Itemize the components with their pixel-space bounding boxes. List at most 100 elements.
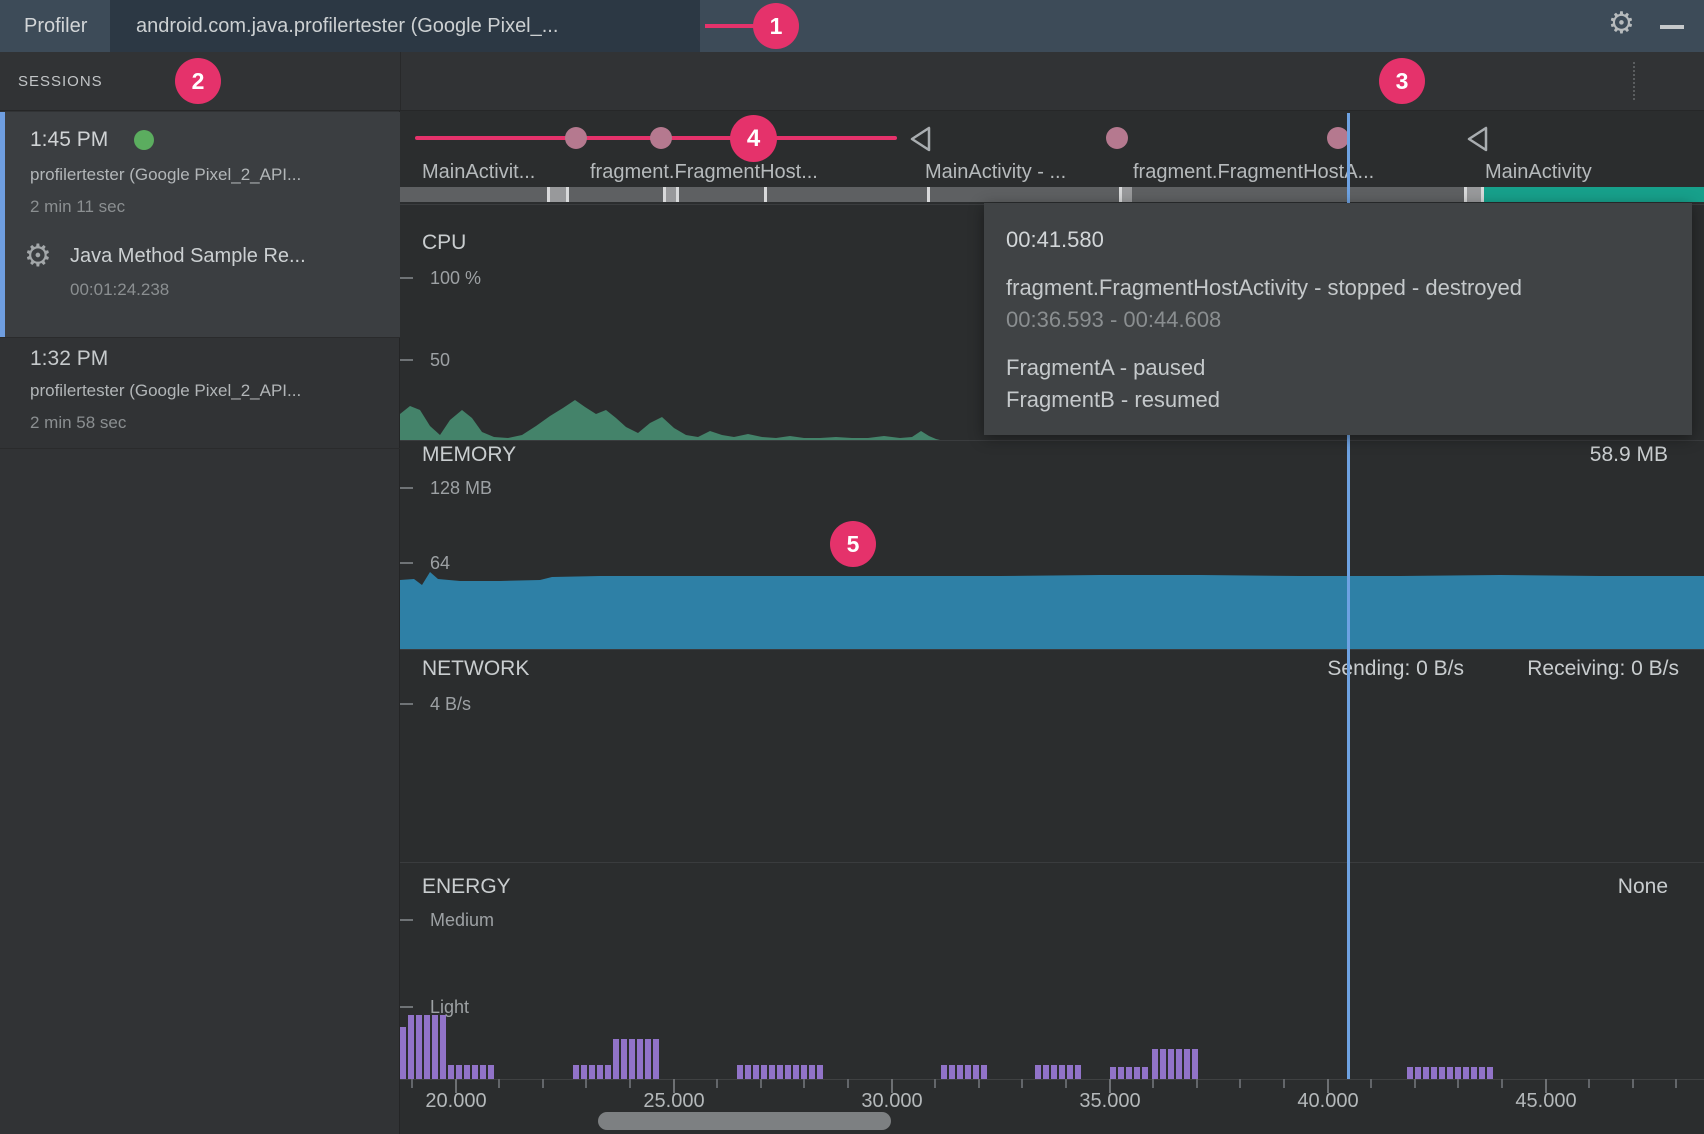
memory-lane-title[interactable]: MEMORY [422,444,516,465]
tooltip-fragment-a: FragmentA - paused [1006,357,1205,379]
touch-event-dot[interactable] [650,127,672,149]
energy-bar [1455,1067,1461,1079]
profiler-window: Profiler android.com.java.profilertester… [0,0,1704,1134]
event-tooltip: 00:41.580 fragment.FragmentHostActivity … [984,203,1692,435]
axis-tick-label: 35.000 [1065,1091,1155,1111]
axis-minor-tick [1196,1079,1198,1088]
artifact-label[interactable]: Java Method Sample Re... [70,246,306,266]
activity-lifecycle-segment[interactable] [666,187,676,202]
selected-session-stripe [0,112,5,337]
energy-bar [769,1065,775,1079]
energy-bar [456,1065,462,1079]
axis-minor-tick [1065,1079,1067,1088]
activity-lifecycle-segment[interactable] [1484,187,1704,202]
activity-label[interactable]: MainActivity [1485,162,1592,182]
axis-minor-tick [585,1079,587,1088]
session-time: 1:45 PM [30,129,108,150]
activity-lifecycle-segment[interactable] [930,187,1119,202]
session-divider [0,448,400,449]
cpu-tick-100: 100 % [430,269,481,287]
horizontal-scrollbar-thumb[interactable] [598,1112,891,1130]
energy-bar [745,1065,751,1079]
energy-bar [400,1027,406,1079]
energy-bar [653,1039,659,1079]
energy-tick-medium: Medium [430,911,494,929]
energy-lane-title[interactable]: ENERGY [422,876,511,897]
sessions-header: SESSIONS [18,74,103,89]
axis-minor-tick [803,1079,805,1088]
activity-lifecycle-segment[interactable] [1122,187,1132,202]
axis-minor-tick [716,1079,718,1088]
activity-label[interactable]: MainActivity - ... [925,162,1066,182]
back-button-event-icon[interactable] [1464,125,1490,153]
energy-bar [581,1065,587,1079]
session-item-previous[interactable]: 1:32 PM profilertester (Google Pixel_2_A… [0,338,400,448]
axis-minor-tick [498,1079,500,1088]
energy-bar [480,1065,486,1079]
cpu-lane-title[interactable]: CPU [422,232,466,253]
time-axis-line [400,1079,1704,1080]
axis-dash [400,359,413,361]
network-lane-title[interactable]: NETWORK [422,658,529,679]
activity-lifecycle-segment[interactable] [569,187,663,202]
axis-minor-tick [1414,1079,1416,1088]
activity-lifecycle-segment[interactable] [1132,187,1347,202]
session-time: 1:32 PM [30,348,108,369]
session-tab[interactable]: android.com.java.profilertester (Google … [110,0,700,52]
back-button-event-icon[interactable] [907,125,933,153]
energy-bar [416,1015,422,1079]
energy-bar [761,1065,767,1079]
axis-tick-label: 25.000 [629,1091,719,1111]
energy-bar [488,1065,494,1079]
energy-bar [1176,1049,1182,1079]
energy-bar [464,1065,470,1079]
axis-minor-tick [1021,1079,1023,1088]
recording-live-dot [134,130,154,150]
touch-event-dot[interactable] [1327,127,1349,149]
axis-minor-tick [1457,1079,1459,1088]
energy-bar [1423,1067,1429,1079]
activity-label[interactable]: fragment.FragmentHost... [590,162,818,182]
energy-bar [785,1065,791,1079]
callout-badge-3: 3 [1379,58,1425,104]
axis-dash [400,487,413,489]
energy-bar [1184,1049,1190,1079]
minimize-icon[interactable] [1660,25,1684,29]
activity-lifecycle-segment[interactable] [400,187,547,202]
activity-label[interactable]: fragment.FragmentHostA... [1133,162,1374,182]
energy-bar [408,1015,414,1079]
memory-usage-area-chart[interactable] [400,571,1704,649]
energy-bar [949,1065,955,1079]
callout-badge-1: 1 [753,3,799,49]
energy-bar [472,1065,478,1079]
energy-bar [1059,1065,1065,1079]
activity-lifecycle-segment[interactable] [767,187,927,202]
energy-bar [613,1039,619,1079]
energy-bar [777,1065,783,1079]
energy-bar [1415,1067,1421,1079]
gear-icon[interactable]: ⚙ [1608,9,1635,39]
energy-bar [1192,1049,1198,1079]
energy-bar [793,1065,799,1079]
activity-label[interactable]: MainActivit... [422,162,535,182]
energy-bar [1431,1067,1437,1079]
activity-lifecycle-segment[interactable] [1350,187,1464,202]
activity-lifecycle-segment[interactable] [550,187,566,202]
activity-lifecycle-segment[interactable] [679,187,764,202]
axis-minor-tick [978,1079,980,1088]
session-item-selected[interactable]: 1:45 PM profilertester (Google Pixel_2_A… [0,112,400,337]
axis-minor-tick [1675,1079,1677,1088]
energy-bar [957,1065,963,1079]
callout-badge-2: 2 [175,58,221,104]
energy-bar [597,1065,603,1079]
energy-bar [1043,1065,1049,1079]
energy-bar [817,1065,823,1079]
activity-lifecycle-segment[interactable] [1467,187,1481,202]
energy-bar [1075,1065,1081,1079]
touch-event-dot[interactable] [565,127,587,149]
touch-event-dot[interactable] [1106,127,1128,149]
cpu-usage-area-chart[interactable] [400,380,940,440]
energy-bar [753,1065,759,1079]
tooltip-event-range: 00:36.593 - 00:44.608 [1006,309,1221,331]
energy-bar [448,1065,454,1079]
